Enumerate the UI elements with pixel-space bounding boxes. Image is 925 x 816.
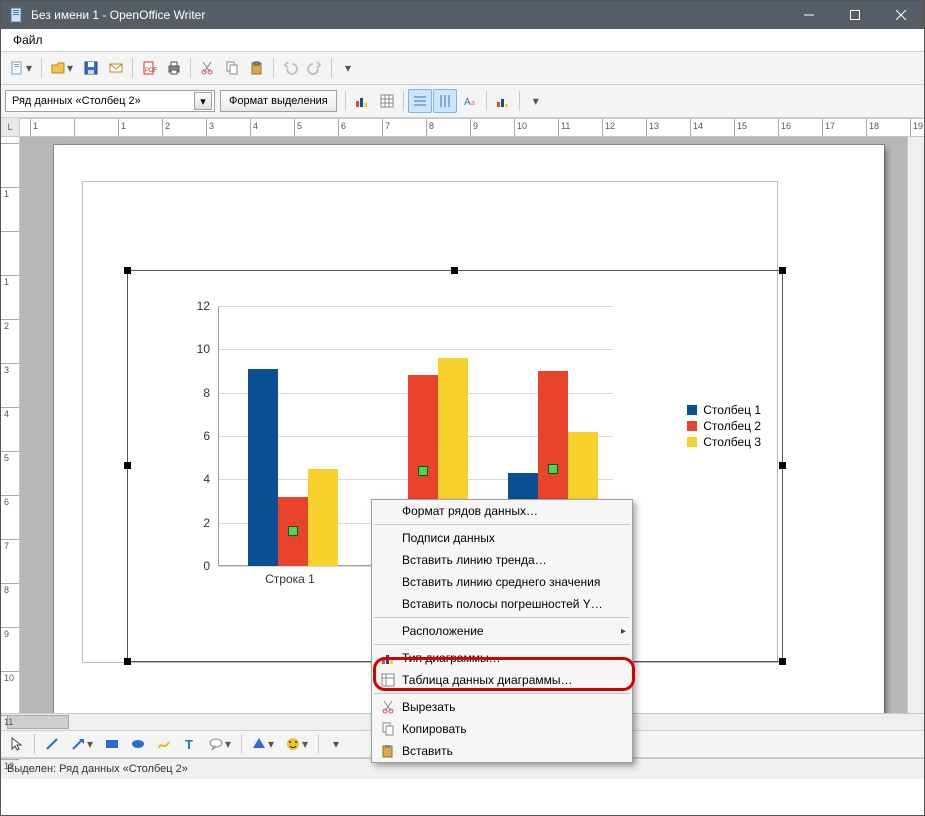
vertical-scrollbar[interactable] — [907, 137, 924, 713]
legend-swatch-icon — [687, 405, 697, 415]
vertical-grid-button[interactable] — [433, 89, 457, 113]
chart-type-button[interactable] — [350, 89, 374, 113]
save-button[interactable] — [79, 56, 103, 80]
chart-bar[interactable] — [248, 369, 278, 566]
chart-type-icon — [378, 650, 398, 666]
menu-file[interactable]: Файл — [5, 31, 51, 49]
open-button[interactable]: ▾ — [46, 56, 78, 80]
symbol-shapes-button[interactable]: ▾ — [281, 732, 313, 756]
legend-swatch-icon — [687, 437, 697, 447]
horizontal-grid-button[interactable] — [408, 89, 432, 113]
menu-chart-data-table[interactable]: Таблица данных диаграммы… — [372, 669, 632, 691]
format-selection-button[interactable]: Формат выделения — [220, 90, 337, 112]
menu-insert-error-bars[interactable]: Вставить полосы погрешностей Y… — [372, 593, 632, 615]
export-pdf-button[interactable]: PDF — [137, 56, 161, 80]
scrollbar-thumb[interactable] — [7, 715, 69, 729]
svg-text:a: a — [471, 100, 475, 107]
ruler-corner: L — [1, 118, 20, 136]
callout-tool-button[interactable]: ▾ — [204, 732, 236, 756]
combo-dropdown-button[interactable]: ▾ — [194, 92, 212, 110]
main-toolbar: ▾ ▾ PDF ▾ — [1, 52, 924, 85]
menu-data-labels[interactable]: Подписи данных — [372, 527, 632, 549]
ruler-row: L 112345678910111213141516171819 — [1, 118, 924, 137]
paste-icon — [378, 743, 398, 759]
line-tool-button[interactable] — [40, 732, 64, 756]
legend-item: Столбец 3 — [687, 435, 761, 449]
close-button[interactable] — [878, 1, 924, 29]
ellipse-tool-button[interactable] — [126, 732, 150, 756]
menu-chart-type[interactable]: Тип диаграммы… — [372, 647, 632, 669]
maximize-button[interactable] — [832, 1, 878, 29]
titlebar: Без имени 1 - OpenOffice Writer — [1, 1, 924, 29]
context-menu: Формат рядов данных… Подписи данных Вста… — [371, 499, 633, 763]
status-text: Выделен: Ряд данных «Столбец 2» — [7, 763, 188, 775]
redo-button[interactable] — [303, 56, 327, 80]
minimize-button[interactable] — [786, 1, 832, 29]
copy-icon — [378, 721, 398, 737]
menu-cut[interactable]: Вырезать — [372, 696, 632, 718]
new-document-button[interactable]: ▾ — [5, 56, 37, 80]
email-button[interactable] — [104, 56, 128, 80]
menu-format-data-series[interactable]: Формат рядов данных… — [372, 500, 632, 522]
app-icon — [9, 7, 25, 23]
svg-text:A: A — [464, 97, 471, 108]
vertical-ruler[interactable]: 1123456789101112 — [1, 137, 20, 713]
svg-text:PDF: PDF — [145, 68, 157, 74]
chart-toolbar-overflow-button[interactable]: ▾ — [524, 89, 548, 113]
window-title: Без имени 1 - OpenOffice Writer — [31, 8, 786, 22]
element-selector-combo[interactable]: Ряд данных «Столбец 2» ▾ — [5, 90, 215, 112]
chart-toolbar: Ряд данных «Столбец 2» ▾ Формат выделени… — [1, 85, 924, 118]
legend-item: Столбец 1 — [687, 403, 761, 417]
data-table-icon — [378, 672, 398, 688]
undo-button[interactable] — [278, 56, 302, 80]
select-tool-button[interactable] — [5, 732, 29, 756]
app-window: Без имени 1 - OpenOffice Writer Файл ▾ ▾… — [0, 0, 925, 816]
legend-item: Столбец 2 — [687, 419, 761, 433]
menubar: Файл — [1, 29, 924, 52]
toolbar-overflow-button[interactable]: ▾ — [336, 56, 360, 80]
print-button[interactable] — [162, 56, 186, 80]
basic-shapes-button[interactable]: ▾ — [247, 732, 279, 756]
legend-swatch-icon — [687, 421, 697, 431]
freeform-tool-button[interactable] — [152, 732, 176, 756]
menu-copy[interactable]: Копировать — [372, 718, 632, 740]
menu-arrangement[interactable]: Расположение — [372, 620, 632, 642]
menu-paste[interactable]: Вставить — [372, 740, 632, 762]
menu-insert-trend-line[interactable]: Вставить линию тренда… — [372, 549, 632, 571]
legend-button[interactable] — [491, 89, 515, 113]
svg-text:T: T — [185, 737, 193, 752]
horizontal-ruler[interactable]: 112345678910111213141516171819 — [20, 118, 924, 136]
paste-button[interactable] — [245, 56, 269, 80]
menu-insert-mean-line[interactable]: Вставить линию среднего значения — [372, 571, 632, 593]
arrow-tool-button[interactable]: ▾ — [66, 732, 98, 756]
cut-button[interactable] — [195, 56, 219, 80]
chart-bar[interactable] — [308, 469, 338, 567]
data-table-button[interactable] — [375, 89, 399, 113]
chart-legend[interactable]: Столбец 1 Столбец 2 Столбец 3 — [687, 401, 761, 451]
axis-labels-button[interactable]: Aa — [458, 89, 482, 113]
text-tool-button[interactable]: T — [178, 732, 202, 756]
combo-value: Ряд данных «Столбец 2» — [12, 95, 141, 107]
cut-icon — [378, 699, 398, 715]
rectangle-tool-button[interactable] — [100, 732, 124, 756]
drawbar-overflow-button[interactable]: ▾ — [324, 732, 348, 756]
copy-button[interactable] — [220, 56, 244, 80]
